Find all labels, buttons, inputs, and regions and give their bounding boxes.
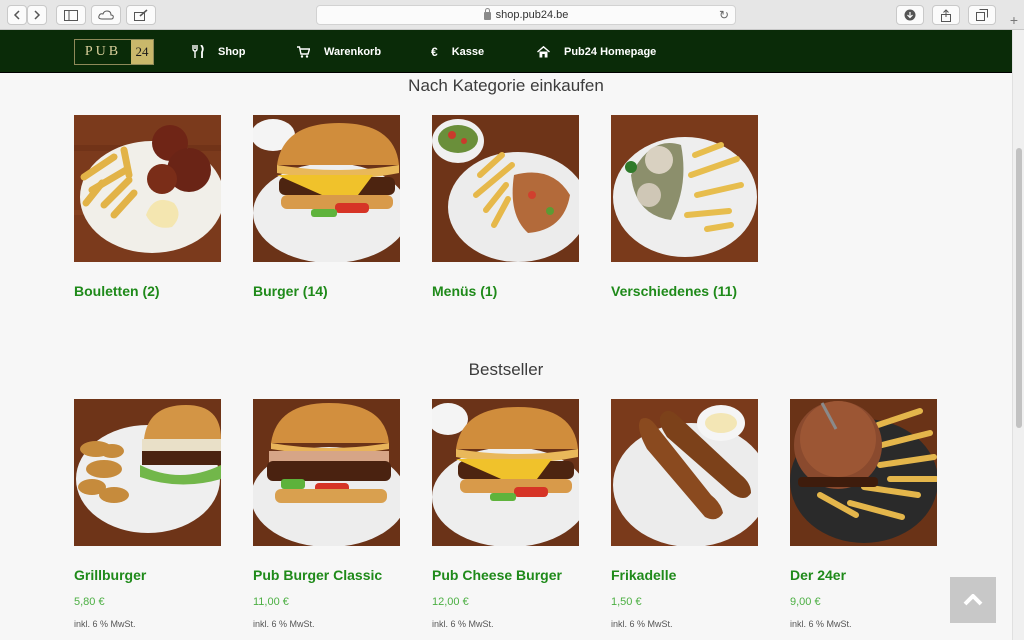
category-link-bouletten[interactable]: Bouletten (2)	[74, 283, 160, 299]
nav-item-shop[interactable]: Shop	[192, 30, 246, 73]
product-link-der-24er[interactable]: Der 24er	[790, 567, 846, 583]
url-text: shop.pub24.be	[495, 9, 569, 21]
cloud-icon	[98, 10, 114, 20]
share-icon	[941, 8, 951, 22]
downloads-button[interactable]	[896, 5, 924, 25]
product-image-frikadelle[interactable]	[611, 399, 758, 546]
sidebar-icon	[64, 9, 78, 21]
category-image-menus[interactable]	[432, 115, 579, 262]
product-price: 9,00 €	[790, 596, 821, 608]
cart-icon	[297, 45, 310, 58]
nav-item-cart[interactable]: Warenkorb	[297, 30, 381, 73]
product-price: 5,80 €	[74, 596, 105, 608]
category-link-burger[interactable]: Burger (14)	[253, 283, 328, 299]
product-price: 1,50 €	[611, 596, 642, 608]
site-navbar: PUB 24 Shop Warenkorb € Kasse Pub24 Home…	[0, 30, 1012, 73]
browser-toolbar: shop.pub24.be ↻ +	[0, 0, 1024, 30]
back-button[interactable]	[7, 5, 27, 25]
scrollbar-thumb[interactable]	[1016, 148, 1022, 428]
product-link-pub-burger-classic[interactable]: Pub Burger Classic	[253, 567, 382, 583]
logo-number: 24	[131, 40, 153, 64]
product-image-pub-cheese-burger[interactable]	[432, 399, 579, 546]
new-tab-button[interactable]: +	[1004, 10, 1024, 30]
product-tax-note: inkl. 6 % MwSt.	[74, 619, 136, 629]
nav-item-checkout[interactable]: € Kasse	[431, 30, 484, 73]
pencil-icon	[134, 9, 148, 21]
bestseller-section-title: Bestseller	[468, 360, 544, 379]
back-to-top-button[interactable]	[950, 577, 996, 623]
nav-label-shop: Shop	[218, 45, 246, 58]
product-link-pub-cheese-burger[interactable]: Pub Cheese Burger	[432, 567, 562, 583]
nav-label-checkout: Kasse	[451, 45, 485, 58]
logo-word: PUB	[75, 40, 131, 64]
product-tax-note: inkl. 6 % MwSt.	[432, 619, 494, 629]
lock-icon	[483, 8, 491, 20]
category-link-menus[interactable]: Menüs (1)	[432, 283, 497, 299]
category-image-bouletten[interactable]	[74, 115, 221, 262]
site-logo[interactable]: PUB 24	[74, 39, 154, 65]
chevron-up-icon	[963, 594, 983, 606]
download-icon	[904, 9, 916, 21]
address-bar[interactable]: shop.pub24.be ↻	[316, 5, 736, 25]
product-price: 11,00 €	[253, 596, 289, 608]
chevron-right-icon	[34, 10, 41, 20]
category-image-verschiedenes[interactable]	[611, 115, 758, 262]
product-image-pub-burger-classic[interactable]	[253, 399, 400, 546]
nav-label-homepage: Pub24 Homepage	[564, 45, 657, 58]
tabs-overview-button[interactable]	[968, 5, 996, 25]
product-link-grillburger[interactable]: Grillburger	[74, 567, 146, 583]
product-tax-note: inkl. 6 % MwSt.	[790, 619, 852, 629]
product-link-frikadelle[interactable]: Frikadelle	[611, 567, 676, 583]
category-image-burger[interactable]	[253, 115, 400, 262]
category-link-verschiedenes[interactable]: Verschiedenes (11)	[611, 283, 737, 299]
euro-icon: €	[431, 44, 438, 59]
home-icon	[537, 45, 550, 58]
sidebar-button[interactable]	[56, 5, 86, 25]
icloud-tabs-button[interactable]	[91, 5, 121, 25]
product-tax-note: inkl. 6 % MwSt.	[253, 619, 315, 629]
product-price: 12,00 €	[432, 596, 469, 608]
share-button[interactable]	[932, 5, 960, 25]
product-tax-note: inkl. 6 % MwSt.	[611, 619, 673, 629]
category-section-title: Nach Kategorie einkaufen	[408, 76, 604, 95]
chevron-left-icon	[13, 10, 20, 20]
product-image-grillburger[interactable]	[74, 399, 221, 546]
reload-icon[interactable]: ↻	[719, 8, 729, 22]
cutlery-icon	[192, 45, 204, 58]
page-scrollbar[interactable]	[1012, 30, 1024, 640]
nav-label-cart: Warenkorb	[324, 45, 382, 58]
notes-button[interactable]	[126, 5, 156, 25]
forward-button[interactable]	[27, 5, 47, 25]
nav-item-homepage[interactable]: Pub24 Homepage	[537, 30, 656, 73]
tabs-icon	[976, 9, 988, 21]
product-image-der-24er[interactable]	[790, 399, 937, 546]
